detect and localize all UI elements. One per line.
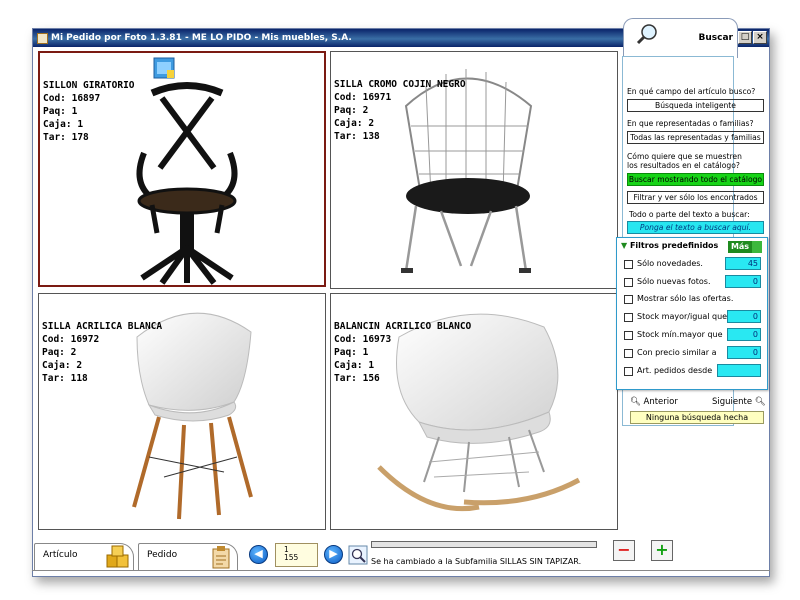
product-tar: Tar: 156 — [334, 373, 380, 384]
magnifier-icon: 🔍︎ — [754, 397, 766, 407]
product-card-4[interactable]: BALANCIN ACRILICO BLANCO Cod: 16973 Paq:… — [330, 293, 618, 530]
product-paq: Paq: 2 — [42, 347, 77, 358]
question-families: En que representadas o familias? — [627, 119, 754, 128]
page-indicator: 1 155 — [275, 543, 318, 567]
option-show-all[interactable]: Buscar mostrando todo el catálogo — [627, 173, 764, 186]
filter-row[interactable]: Stock mín.mayor que 0 — [624, 328, 761, 342]
filter-row[interactable]: Mostrar sólo las ofertas. — [624, 292, 761, 306]
option-filter-found[interactable]: Filtrar y ver sólo los encontrados — [627, 191, 764, 204]
search-prev-button[interactable]: 🔍︎ Anterior — [630, 397, 678, 407]
app-icon — [37, 32, 48, 44]
checkbox[interactable] — [624, 330, 633, 340]
product-cod: Cod: 16971 — [334, 92, 392, 103]
product-card-2[interactable]: SILLA CROMO COJIN NEGRO Cod: 16971 Paq: … — [330, 51, 618, 289]
product-caja: Caja: 1 — [334, 360, 375, 371]
next-page-button[interactable]: ▶ — [324, 545, 343, 564]
filter-row[interactable]: Con precio similar a0 — [624, 346, 761, 360]
product-caja: Caja: 1 — [43, 119, 84, 130]
filter-value[interactable]: 0 — [725, 275, 761, 288]
product-caja: Caja: 2 — [42, 360, 83, 371]
search-field-select[interactable]: Búsqueda inteligente — [627, 99, 764, 112]
product-caja: Caja: 2 — [334, 118, 375, 129]
filter-value[interactable]: 45 — [725, 257, 761, 270]
filter-value[interactable]: 0 — [727, 346, 761, 359]
product-name: BALANCIN ACRILICO BLANCO — [334, 321, 472, 332]
filter-value[interactable]: 0 — [727, 328, 761, 341]
window-title: Mi Pedido por Foto 1.3.81 - ME LO PIDO -… — [51, 33, 352, 43]
product-paq: Paq: 1 — [43, 106, 78, 117]
question-field: En qué campo del artículo busco? — [627, 87, 756, 96]
product-tar: Tar: 118 — [42, 373, 88, 384]
arrow-right-icon[interactable] — [752, 241, 762, 253]
progress-bar — [371, 541, 597, 548]
product-paq: Paq: 2 — [334, 105, 369, 116]
filters-popup: ▼ Filtros predefinidos Más Sólo novedade… — [616, 237, 768, 390]
search-text-input[interactable]: Ponga el texto a buscar aquí. — [627, 221, 764, 234]
question-display-line2: los resultados en el catálogo? — [627, 161, 740, 170]
boxes-icon — [106, 545, 129, 568]
checkbox[interactable] — [624, 294, 633, 304]
checkbox[interactable] — [624, 312, 633, 322]
magnifier-icon — [636, 24, 657, 45]
product-name: SILLA CROMO COJIN NEGRO — [334, 79, 466, 90]
checkbox[interactable] — [624, 277, 633, 287]
product-tar: Tar: 138 — [334, 131, 380, 142]
prev-page-button[interactable]: ◀ — [249, 545, 268, 564]
checkbox[interactable] — [624, 366, 633, 376]
filter-row[interactable]: Sólo novedades. 45 — [624, 257, 761, 271]
magnifier-icon: 🔍︎ — [630, 397, 641, 407]
funnel-icon: ▼ — [621, 241, 628, 250]
clipboard-icon — [212, 546, 230, 569]
checkbox[interactable] — [624, 348, 633, 358]
add-button[interactable]: + — [651, 540, 673, 561]
question-text: Todo o parte del texto a buscar: — [629, 210, 750, 219]
remove-button[interactable]: − — [613, 540, 635, 561]
tab-pedido[interactable]: Pedido — [138, 543, 238, 571]
filter-row[interactable]: Art. pedidos desde — [624, 364, 761, 378]
more-filters-button[interactable]: Más — [728, 241, 752, 253]
checkbox[interactable] — [624, 259, 633, 269]
families-select[interactable]: Todas las representadas y familias — [627, 131, 764, 144]
product-tar: Tar: 178 — [43, 132, 89, 143]
product-card-1[interactable]: SILLON GIRATORIO Cod: 16897 Paq: 1 Caja:… — [38, 51, 326, 287]
product-cod: Cod: 16897 — [43, 93, 101, 104]
maximize-button[interactable]: □ — [738, 31, 752, 44]
product-name: SILLON GIRATORIO — [43, 80, 135, 91]
page-total: 155 — [284, 553, 299, 562]
tab-buscar-label: Buscar — [698, 33, 733, 43]
filter-row[interactable]: Stock mayor/igual que 0 — [624, 310, 761, 324]
search-next-button[interactable]: Siguiente 🔍︎ — [712, 397, 766, 407]
filter-row[interactable]: Sólo nuevas fotos. 0 — [624, 275, 761, 289]
product-paq: Paq: 1 — [334, 347, 369, 358]
product-cod: Cod: 16973 — [334, 334, 392, 345]
filters-header: Filtros predefinidos — [629, 241, 719, 250]
filter-value[interactable]: 0 — [727, 310, 761, 323]
bottom-divider — [32, 570, 770, 571]
product-card-3[interactable]: SILLA ACRILICA BLANCA Cod: 16972 Paq: 2 … — [38, 293, 326, 530]
close-button[interactable]: × — [753, 31, 767, 44]
tab-articulo[interactable]: Artículo — [34, 543, 134, 571]
filter-value[interactable] — [717, 364, 761, 377]
zoom-catalog-icon[interactable] — [348, 545, 368, 565]
question-display-line1: Cómo quiere que se muestren — [627, 152, 742, 161]
product-image-swivel-chair — [136, 82, 238, 285]
status-message: Se ha cambiado a la Subfamilia SILLAS SI… — [371, 557, 582, 566]
product-name: SILLA ACRILICA BLANCA — [42, 321, 163, 332]
tab-buscar[interactable]: Buscar — [623, 18, 738, 58]
product-cod: Cod: 16972 — [42, 334, 100, 345]
search-status: Ninguna búsqueda hecha — [630, 411, 764, 424]
